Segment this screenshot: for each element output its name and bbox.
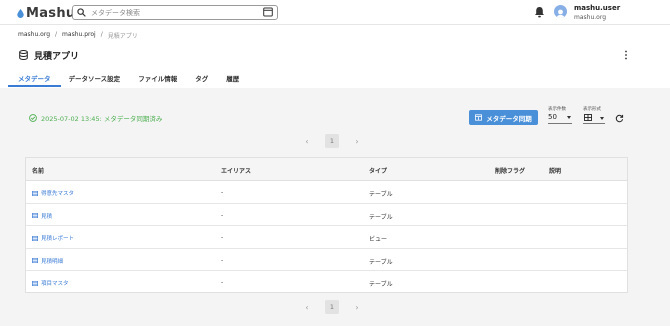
row-name-text: 見積レポート xyxy=(41,236,75,242)
sync-status-text: 2025-07-02 13:45: メタデータ同期済み xyxy=(41,115,163,123)
page-number-button[interactable]: 1 xyxy=(325,300,339,314)
next-page-button[interactable]: › xyxy=(352,303,362,312)
row-type: テーブル xyxy=(369,213,393,221)
pagination-bottom: ‹ 1 › xyxy=(302,300,362,314)
tab-tags[interactable]: タグ xyxy=(195,71,208,87)
prev-page-button[interactable]: ‹ xyxy=(302,303,312,312)
row-alias: - xyxy=(221,279,224,286)
refresh-icon[interactable] xyxy=(615,114,624,123)
check-circle-icon xyxy=(29,114,37,122)
next-page-button[interactable]: › xyxy=(352,137,362,146)
count-label: 表示件数 xyxy=(548,107,566,112)
row-type: ビュー xyxy=(369,236,388,243)
table-icon xyxy=(32,190,38,196)
top-bar: Mashu mashu.user mashu.org xyxy=(0,0,670,25)
table-row[interactable]: 見積レポート - ビュー xyxy=(26,226,627,249)
row-name-text: 見積 xyxy=(41,213,53,220)
metadata-sync-button[interactable]: メタデータ同期 xyxy=(469,110,538,125)
page-title: 見積アプリ xyxy=(34,52,80,62)
row-type: テーブル xyxy=(369,281,393,288)
search-input[interactable] xyxy=(91,6,251,19)
row-name-link[interactable]: 得意先マスタ xyxy=(32,189,74,197)
row-name-link[interactable]: 見積明細 xyxy=(32,257,63,265)
column-header-name[interactable]: 名前 xyxy=(32,166,44,175)
sync-status: 2025-07-02 13:45: メタデータ同期済み xyxy=(29,113,162,123)
breadcrumb-separator: / xyxy=(100,31,103,38)
row-name-link[interactable]: 見積レポート xyxy=(32,234,74,242)
column-header-alias[interactable]: エイリアス xyxy=(221,166,251,175)
user-name: mashu.user xyxy=(574,4,621,12)
view-table-icon xyxy=(32,235,38,241)
content-area: 2025-07-02 13:45: メタデータ同期済み メタデータ同期 表示件数… xyxy=(0,88,670,326)
table-icon xyxy=(32,280,38,286)
search-box[interactable] xyxy=(72,5,278,20)
drop-icon xyxy=(17,8,24,18)
row-name-text: 見積明細 xyxy=(41,258,64,265)
caret-down-icon xyxy=(600,117,604,120)
row-alias: - xyxy=(221,256,224,264)
metadata-table: 名前 エイリアス タイプ 削除フラグ 説明 得意先マスタ - テーブル 見積 -… xyxy=(25,157,628,293)
view-label: 表示形式 xyxy=(583,107,601,112)
table-row[interactable]: 見積 - テーブル xyxy=(26,204,627,226)
table-row[interactable]: 見積明細 - テーブル xyxy=(26,249,627,271)
breadcrumb-separator: / xyxy=(55,31,58,38)
tab-file-info[interactable]: ファイル情報 xyxy=(138,71,177,87)
table-header: 名前 エイリアス タイプ 削除フラグ 説明 xyxy=(26,158,627,181)
table-icon xyxy=(32,213,38,218)
count-value: 50 xyxy=(548,113,557,121)
view-select[interactable] xyxy=(583,113,605,124)
row-type: テーブル xyxy=(369,191,393,198)
user-org: mashu.org xyxy=(574,14,607,21)
row-name-link[interactable]: 見積 xyxy=(32,212,52,220)
row-alias: - xyxy=(221,211,224,219)
column-header-deleted-flag[interactable]: 削除フラグ xyxy=(495,166,525,175)
row-name-link[interactable]: 項目マスタ xyxy=(32,279,69,287)
row-name-text: 得意先マスタ xyxy=(41,191,75,197)
tab-history[interactable]: 履歴 xyxy=(226,71,239,87)
metadata-sync-label: メタデータ同期 xyxy=(486,114,532,123)
table-row[interactable]: 得意先マスタ - テーブル xyxy=(26,181,627,204)
more-vertical-icon[interactable] xyxy=(624,50,628,60)
row-name-text: 項目マスタ xyxy=(41,281,69,287)
prev-page-button[interactable]: ‹ xyxy=(302,137,312,146)
user-icon xyxy=(556,9,565,18)
table-row[interactable]: 項目マスタ - テーブル xyxy=(26,271,627,294)
table-icon xyxy=(32,258,38,263)
page-number-button[interactable]: 1 xyxy=(325,134,339,148)
pagination-top: ‹ 1 › xyxy=(302,134,362,148)
avatar[interactable] xyxy=(554,5,567,18)
database-icon xyxy=(19,50,28,60)
column-header-type[interactable]: タイプ xyxy=(369,166,387,175)
tab-datasource-settings[interactable]: データソース設定 xyxy=(69,71,121,87)
breadcrumb-current: 見積アプリ xyxy=(107,33,138,40)
breadcrumb-project[interactable]: mashu.proj xyxy=(62,31,96,40)
row-type: テーブル xyxy=(369,258,393,266)
count-select[interactable]: 50 xyxy=(548,113,572,124)
row-alias: - xyxy=(221,189,224,196)
breadcrumb-org[interactable]: mashu.org xyxy=(18,31,50,40)
search-icon xyxy=(77,8,86,17)
grid-view-icon xyxy=(584,114,592,121)
logo[interactable]: Mashu xyxy=(17,5,75,21)
column-header-description[interactable]: 説明 xyxy=(549,166,561,175)
tab-metadata[interactable]: メタデータ xyxy=(8,71,61,87)
logo-text: Mashu xyxy=(26,5,76,21)
row-alias: - xyxy=(221,234,224,241)
filter-icon[interactable] xyxy=(263,7,273,17)
tab-bar: メタデータ データソース設定 ファイル情報 タグ 履歴 xyxy=(8,71,257,87)
table-sync-icon xyxy=(475,114,483,121)
breadcrumb: mashu.org / mashu.proj / 見積アプリ xyxy=(18,31,138,40)
caret-down-icon xyxy=(567,116,571,119)
bell-icon[interactable] xyxy=(534,6,545,18)
